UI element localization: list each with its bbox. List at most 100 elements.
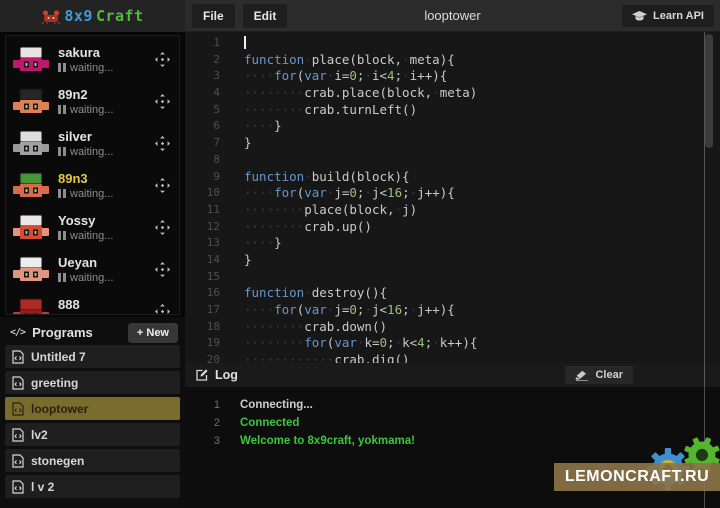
line-number: 13 <box>185 235 235 252</box>
program-item[interactable]: stonegen <box>5 449 180 472</box>
learn-api-button[interactable]: Learn API <box>622 5 714 27</box>
sidebar: sakura waiting... 89n2 waiting... <box>0 32 185 508</box>
player-status: waiting... <box>70 188 113 200</box>
code-line[interactable]: 1 <box>185 35 720 52</box>
log-edit-icon <box>195 368 209 382</box>
code-line[interactable]: 5········crab.turnLeft() <box>185 102 720 119</box>
line-number: 19 <box>185 335 235 352</box>
line-number: 15 <box>185 269 235 286</box>
menu-bar: File Edit <box>192 4 287 28</box>
line-number: 20 <box>185 352 235 363</box>
move-icon[interactable] <box>155 178 170 193</box>
line-number: 9 <box>185 169 235 186</box>
app-logo: 8x9Craft <box>0 0 185 32</box>
code-line[interactable]: 15 <box>185 269 720 286</box>
code-line[interactable]: 14} <box>185 252 720 269</box>
line-number: 5 <box>185 102 235 119</box>
watermark-banner: LEMONCRAFT.RU <box>554 463 720 491</box>
line-number: 3 <box>185 68 235 85</box>
player-status: waiting... <box>70 230 113 242</box>
eraser-icon <box>575 370 589 381</box>
code-line[interactable]: 2function·place(block,·meta){ <box>185 52 720 69</box>
move-icon[interactable] <box>155 304 170 316</box>
line-number: 11 <box>185 202 235 219</box>
log-title: Log <box>215 368 238 382</box>
program-item[interactable]: l v 2 <box>5 475 180 498</box>
program-item[interactable]: Untitled 7 <box>5 345 180 368</box>
robot-avatar <box>13 298 49 316</box>
code-line[interactable]: 20············crab.dig() <box>185 352 720 363</box>
clear-label: Clear <box>595 369 623 381</box>
robot-avatar <box>13 256 49 283</box>
program-item[interactable]: greeting <box>5 371 180 394</box>
code-line[interactable]: 13····} <box>185 235 720 252</box>
new-program-button[interactable]: + New <box>128 323 178 343</box>
file-menu-button[interactable]: File <box>192 4 235 28</box>
code-line[interactable]: 6····} <box>185 118 720 135</box>
player-name: 888 <box>58 297 113 312</box>
app-window: looptower 8x9Craft File Edit Learn API <box>0 0 720 508</box>
code-line[interactable]: 8 <box>185 152 720 169</box>
player-name: 89n3 <box>58 171 113 186</box>
move-icon[interactable] <box>155 136 170 151</box>
programs-panel: </> Programs + New Untitled 7 greeting l… <box>0 317 185 508</box>
program-item[interactable]: lv2 <box>5 423 180 446</box>
code-brackets-icon: </> <box>10 327 25 338</box>
programs-header: </> Programs + New <box>0 317 185 345</box>
robot-avatar <box>13 88 49 115</box>
program-item[interactable]: looptower <box>5 397 180 420</box>
program-name: l v 2 <box>31 480 54 494</box>
program-name: stonegen <box>31 454 84 468</box>
log-entry: 2Connected <box>185 414 720 432</box>
clear-log-button[interactable]: Clear <box>565 366 633 384</box>
program-name: looptower <box>31 402 88 416</box>
pause-icon <box>58 147 66 156</box>
code-line[interactable]: 17····for(var·j=0;·j<16;·j++){ <box>185 302 720 319</box>
code-line[interactable]: 7} <box>185 135 720 152</box>
move-icon[interactable] <box>155 262 170 277</box>
logo-text-craft: Craft <box>96 7 144 25</box>
player-name: 89n2 <box>58 87 113 102</box>
program-name: Untitled 7 <box>31 350 86 364</box>
log-lines: 1Connecting...2Connected3Welcome to 8x9c… <box>185 387 720 450</box>
player-name: Yossy <box>58 213 113 228</box>
line-number: 14 <box>185 252 235 269</box>
edit-menu-button[interactable]: Edit <box>243 4 288 28</box>
robot-avatar <box>13 46 49 73</box>
code-line[interactable]: 18········crab.down() <box>185 319 720 336</box>
graduation-cap-icon <box>632 11 647 22</box>
line-number: 10 <box>185 185 235 202</box>
player-row[interactable]: Yossy waiting... <box>6 206 179 248</box>
player-row[interactable]: sakura waiting... <box>6 38 179 80</box>
code-line[interactable]: 3····for(var·i=0;·i<4;·i++){ <box>185 68 720 85</box>
code-line[interactable]: 11········place(block,·j) <box>185 202 720 219</box>
player-row[interactable]: silver waiting... <box>6 122 179 164</box>
code-lines: 12function·place(block,·meta){3····for(v… <box>185 35 720 363</box>
code-line[interactable]: 16function·destroy(){ <box>185 285 720 302</box>
code-line[interactable]: 19········for(var·k=0;·k<4;·k++){ <box>185 335 720 352</box>
program-name: greeting <box>31 376 78 390</box>
player-row[interactable]: Ueyan waiting... <box>6 248 179 290</box>
code-editor[interactable]: 12function·place(block,·meta){3····for(v… <box>185 32 720 363</box>
line-number: 4 <box>185 85 235 102</box>
robot-avatar <box>13 172 49 199</box>
code-line[interactable]: 4········crab.place(block,·meta) <box>185 85 720 102</box>
player-status: waiting... <box>70 314 113 316</box>
move-icon[interactable] <box>155 52 170 67</box>
program-list: Untitled 7 greeting looptower lv2 stoneg… <box>0 345 185 498</box>
move-icon[interactable] <box>155 94 170 109</box>
robot-avatar <box>13 214 49 241</box>
move-icon[interactable] <box>155 220 170 235</box>
code-line[interactable]: 10····for(var·j=0;·j<16;·j++){ <box>185 185 720 202</box>
player-row[interactable]: 89n2 waiting... <box>6 80 179 122</box>
watermark-text: LEMONCRAFT.RU <box>565 468 709 486</box>
line-number: 17 <box>185 302 235 319</box>
editor-scrollbar-thumb[interactable] <box>705 34 713 148</box>
player-row[interactable]: 89n3 waiting... <box>6 164 179 206</box>
pause-icon <box>58 231 66 240</box>
header-bar: looptower 8x9Craft File Edit Learn API <box>0 0 720 32</box>
code-line[interactable]: 9function·build(block){ <box>185 169 720 186</box>
player-row[interactable]: 888 waiting... <box>6 290 179 315</box>
pause-icon <box>58 189 66 198</box>
code-line[interactable]: 12········crab.up() <box>185 219 720 236</box>
